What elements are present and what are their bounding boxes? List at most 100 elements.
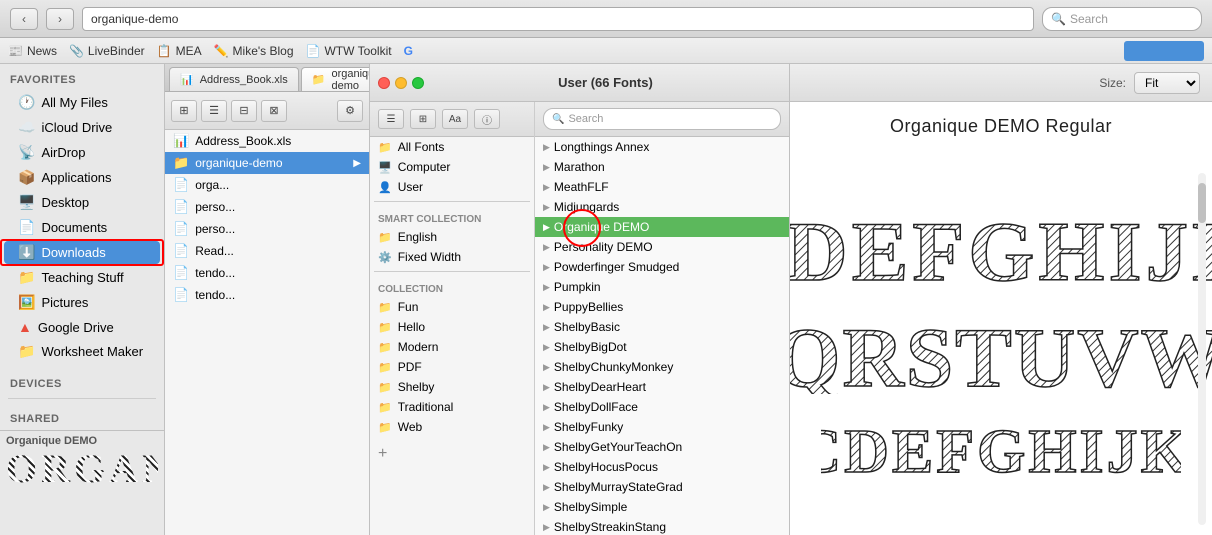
coll-all-fonts[interactable]: 📁 All Fonts (370, 137, 534, 157)
coll-web[interactable]: 📁 Web (370, 417, 534, 437)
view-icon-btn[interactable]: ⊞ (171, 100, 197, 122)
back-button[interactable]: ‹ (10, 8, 38, 30)
file-tendo2[interactable]: 📄tendo... (165, 284, 369, 306)
sidebar-item-documents[interactable]: 📄Documents (4, 216, 160, 239)
view-list-btn[interactable]: ☰ (378, 109, 404, 129)
coll-modern[interactable]: 📁 Modern (370, 337, 534, 357)
sidebar-item-teaching-stuff[interactable]: 📁Teaching Stuff (4, 266, 160, 289)
view-list-btn[interactable]: ☰ (201, 100, 227, 122)
action-btn[interactable]: ⚙ (337, 100, 363, 122)
tab-address-book[interactable]: 📊 Address_Book.xls (169, 67, 299, 91)
search-icon: 🔍 (1051, 12, 1066, 26)
bookmark-news[interactable]: 📰 News (8, 44, 57, 58)
sidebar-item-icloud-drive[interactable]: ☁️iCloud Drive (4, 116, 160, 139)
font-shelby-getyourteachon[interactable]: ▶ShelbyGetYourTeachOn (535, 437, 789, 457)
file-orga[interactable]: 📄orga... (165, 174, 369, 196)
finder-bottom-preview: Organique DEMO ORGANIC (0, 430, 164, 535)
font-shelby-streakin[interactable]: ▶ShelbyStreakinStang (535, 517, 789, 535)
sidebar-item-applications[interactable]: 📦Applications (4, 166, 160, 189)
preview-scrollbar[interactable] (1198, 173, 1206, 525)
maximize-button[interactable] (412, 77, 424, 89)
font-longthings[interactable]: ▶Longthings Annex (535, 137, 789, 157)
font-shelby-bigdot[interactable]: ▶ShelbyBigDot (535, 337, 789, 357)
font-search-input[interactable]: 🔍 Search (543, 108, 781, 130)
preview-line1: ABCDEFGHIJKLM NOPQRSTUVWXYZ ABCDEFGHIJKL… (790, 198, 1212, 288)
view-columns-btn[interactable]: ⊠ (261, 100, 287, 122)
coll-english[interactable]: 📁 English (370, 227, 534, 247)
finder-files-toolbar: ⊞ ☰ ⊟ ⊠ ⚙ (165, 92, 369, 130)
font-puppybellies[interactable]: ▶PuppyBellies (535, 297, 789, 317)
tab-favicon: 📊 (180, 73, 194, 86)
search-icon: 🔍 (552, 114, 564, 125)
browser-search-box[interactable]: 🔍 Search (1042, 7, 1202, 31)
file-perso1[interactable]: 📄perso... (165, 196, 369, 218)
font-preview-panel: Size: Fit 24pt 48pt 72pt Organique DEMO … (790, 64, 1212, 535)
collection-label: Collection (370, 276, 534, 297)
finder-sidebar: Favorites 🕐All My Files ☁️iCloud Drive 📡… (0, 64, 165, 535)
bookmark-wtw-toolkit[interactable]: 📄 WTW Toolkit (306, 44, 392, 58)
finder-files-panel: 📊 Address_Book.xls 📁 organique-demo 📄 pi… (165, 64, 370, 535)
font-shelby-basic[interactable]: ▶ShelbyBasic (535, 317, 789, 337)
font-pumpkin[interactable]: ▶Pumpkin (535, 277, 789, 297)
font-search-placeholder: Search (568, 113, 603, 125)
font-shelby-hocuspocus[interactable]: ▶ShelbyHocusPocus (535, 457, 789, 477)
coll-user[interactable]: 👤 User (370, 177, 534, 197)
add-collection-btn[interactable]: + (378, 445, 387, 462)
info-btn[interactable]: ⓘ (474, 109, 500, 129)
tab-bar: 📊 Address_Book.xls 📁 organique-demo 📄 pi… (165, 64, 369, 92)
sidebar-item-google-drive[interactable]: ▲Google Drive (4, 316, 160, 338)
file-perso2[interactable]: 📄perso... (165, 218, 369, 240)
font-size-btn[interactable]: Aa (442, 109, 468, 129)
font-personality[interactable]: ▶Personality DEMO (535, 237, 789, 257)
font-shelby-funky[interactable]: ▶ShelbyFunky (535, 417, 789, 437)
font-marathon[interactable]: ▶Marathon (535, 157, 789, 177)
size-select[interactable]: Fit 24pt 48pt 72pt (1134, 72, 1200, 94)
bookmark-g[interactable]: G (404, 44, 413, 58)
address-bar[interactable]: organique-demo (82, 7, 1034, 31)
traffic-lights (378, 77, 424, 89)
font-shelby-dollface[interactable]: ▶ShelbyDollFace (535, 397, 789, 417)
coll-fixed-width[interactable]: ⚙️ Fixed Width (370, 247, 534, 267)
coll-traditional[interactable]: 📁 Traditional (370, 397, 534, 417)
view-grid-btn[interactable]: ⊞ (410, 109, 436, 129)
close-button[interactable] (378, 77, 390, 89)
sidebar-item-all-my-files[interactable]: 🕐All My Files (4, 91, 160, 114)
sidebar-item-downloads[interactable]: ⬇️Downloads (4, 241, 160, 264)
coll-computer[interactable]: 🖥️ Computer (370, 157, 534, 177)
smart-collection-label: Smart Collection (370, 206, 534, 227)
minimize-button[interactable] (395, 77, 407, 89)
address-text: organique-demo (91, 12, 178, 26)
coll-pdf[interactable]: 📁 PDF (370, 357, 534, 377)
view-cover-btn[interactable]: ⊟ (231, 100, 257, 122)
font-shelby-simple[interactable]: ▶ShelbySimple (535, 497, 789, 517)
file-organique-demo[interactable]: 📁 organique-demo ▶ (165, 152, 369, 174)
coll-fun[interactable]: 📁 Fun (370, 297, 534, 317)
bookmark-livebinder[interactable]: 📎 LiveBinder (69, 44, 145, 58)
preview-font-name: Organique DEMO Regular (790, 102, 1212, 143)
font-shelby-dearheart[interactable]: ▶ShelbyDearHeart (535, 377, 789, 397)
browser-toolbar: ‹ › organique-demo 🔍 Search (0, 0, 1212, 38)
font-powderfinger[interactable]: ▶Powderfinger Smudged (535, 257, 789, 277)
bookmark-mikes-blog[interactable]: ✏️ Mike's Blog (214, 44, 294, 58)
sidebar-item-pictures[interactable]: 🖼️Pictures (4, 291, 160, 314)
svg-text:ABCDEFGHIJKLM: ABCDEFGHIJKLM (821, 418, 1181, 480)
file-tendo1[interactable]: 📄tendo... (165, 262, 369, 284)
file-address-book[interactable]: 📊 Address_Book.xls (165, 130, 369, 152)
preview-content: ABCDEFGHIJKLM NOPQRSTUVWXYZ ABCDEFGHIJKL… (790, 143, 1212, 535)
tab-organique-demo[interactable]: 📁 organique-demo (301, 67, 370, 91)
sidebar-item-worksheet-maker[interactable]: 📁Worksheet Maker (4, 340, 160, 363)
tab-label: Address_Book.xls (200, 74, 288, 86)
sidebar-item-airdrop[interactable]: 📡AirDrop (4, 141, 160, 164)
sidebar-item-desktop[interactable]: 🖥️Desktop (4, 191, 160, 214)
file-read[interactable]: 📄Read... (165, 240, 369, 262)
coll-hello[interactable]: 📁 Hello (370, 317, 534, 337)
bookmark-mea[interactable]: 📋 MEA (157, 44, 202, 58)
font-shelby-murray[interactable]: ▶ShelbyMurrayStateGrad (535, 477, 789, 497)
collections-toolbar: ☰ ⊞ Aa ⓘ (370, 102, 534, 137)
font-shelby-chunky[interactable]: ▶ShelbyChunkyMonkey (535, 357, 789, 377)
font-midjungards[interactable]: ▶Midjungards (535, 197, 789, 217)
font-organique-demo[interactable]: ▶Organique DEMO (535, 217, 789, 237)
coll-shelby[interactable]: 📁 Shelby (370, 377, 534, 397)
forward-button[interactable]: › (46, 8, 74, 30)
font-meathflf[interactable]: ▶MeathFLF (535, 177, 789, 197)
